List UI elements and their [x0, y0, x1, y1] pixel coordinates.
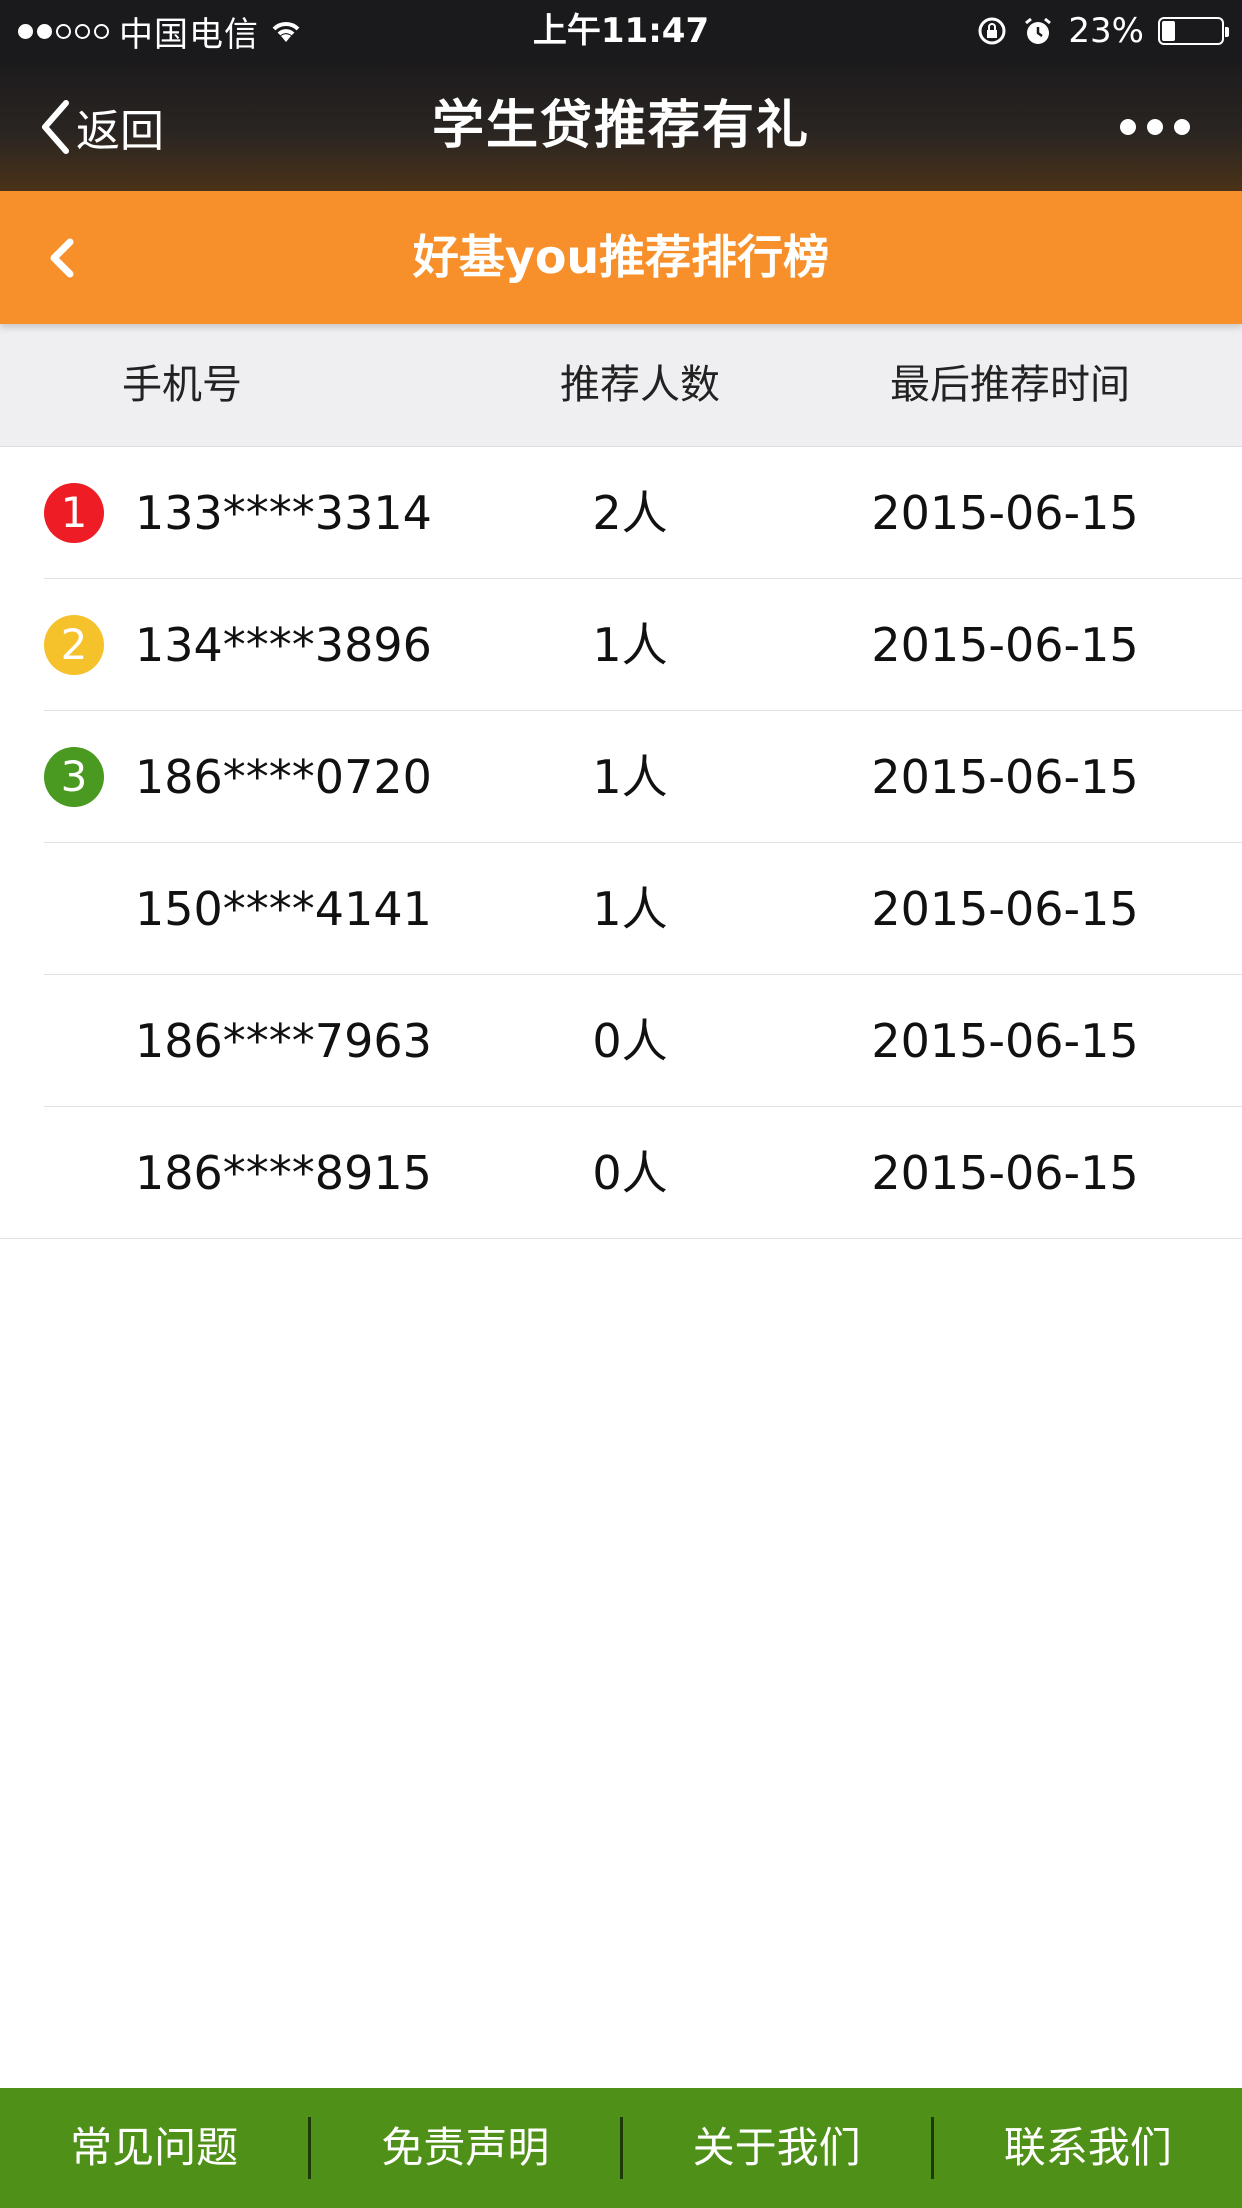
column-header-count: 推荐人数 [560, 362, 720, 408]
last-referral-date: 2015-06-15 [871, 1146, 1139, 1200]
phone-number: 150****4141 [135, 882, 432, 936]
phone-number: 134****3896 [135, 618, 432, 672]
status-right: 23% [976, 0, 1229, 62]
table-row: 1 133****3314 2人 2015-06-15 [0, 447, 1242, 579]
status-bar: 中国电信 上午11:47 23% [0, 0, 1242, 62]
last-referral-date: 2015-06-15 [871, 1014, 1139, 1068]
table-row: 186****8915 0人 2015-06-15 [0, 1107, 1242, 1239]
phone-number: 133****3314 [135, 486, 432, 540]
footer-nav: 常见问题 免责声明 关于我们 联系我们 [0, 2088, 1242, 2208]
footer-about-link[interactable]: 关于我们 [623, 2088, 931, 2208]
referral-count: 1人 [592, 882, 668, 936]
phone-number: 186****8915 [135, 1146, 432, 1200]
referral-count: 0人 [592, 1014, 668, 1068]
rank-badge: 2 [44, 615, 104, 675]
footer-faq-link[interactable]: 常见问题 [0, 2088, 308, 2208]
nav-bar: 返回 学生贷推荐有礼 [0, 62, 1242, 191]
table-row: 2 134****3896 1人 2015-06-15 [0, 579, 1242, 711]
footer-disclaimer-link[interactable]: 免责声明 [311, 2088, 619, 2208]
battery-level [1162, 21, 1176, 41]
more-options-button[interactable] [1120, 62, 1190, 191]
referral-count: 1人 [592, 618, 668, 672]
phone-number: 186****7963 [135, 1014, 432, 1068]
battery-icon [1158, 17, 1229, 45]
rank-badge: 3 [44, 747, 104, 807]
last-referral-date: 2015-06-15 [871, 486, 1139, 540]
chevron-left-icon [42, 99, 69, 154]
rank-badge: 1 [44, 483, 104, 543]
last-referral-date: 2015-06-15 [871, 882, 1139, 936]
back-button[interactable]: 返回 [40, 62, 164, 191]
more-dot [1120, 118, 1136, 135]
sub-header: 好基you推荐排行榜 [0, 191, 1242, 324]
referral-count: 1人 [592, 750, 668, 804]
table-row: 186****7963 0人 2015-06-15 [0, 975, 1242, 1107]
alarm-icon [1025, 17, 1052, 44]
rotation-lock-icon [978, 17, 1006, 45]
phone-number: 186****0720 [135, 750, 432, 804]
page-title: 学生贷推荐有礼 [431, 96, 810, 156]
back-button-label: 返回 [76, 105, 164, 157]
battery-percent: 23% [1068, 11, 1144, 51]
last-referral-date: 2015-06-15 [871, 618, 1139, 672]
referral-count: 0人 [592, 1146, 668, 1200]
table-row: 150****4141 1人 2015-06-15 [0, 843, 1242, 975]
sub-back-button[interactable] [44, 191, 78, 324]
leaderboard-table: 1 133****3314 2人 2015-06-15 2 134****3896 1人 20… [0, 447, 1242, 1239]
more-dot [1174, 118, 1190, 135]
footer-contact-link[interactable]: 联系我们 [934, 2088, 1242, 2208]
leaderboard-title: 好基you推荐排行榜 [412, 230, 830, 284]
chevron-left-icon [50, 238, 74, 277]
more-dot [1147, 118, 1163, 135]
column-header-time: 最后推荐时间 [890, 362, 1130, 408]
referral-count: 2人 [592, 486, 668, 540]
table-header: 手机号 推荐人数 最后推荐时间 [0, 324, 1242, 447]
last-referral-date: 2015-06-15 [871, 750, 1139, 804]
table-row: 3 186****0720 1人 2015-06-15 [0, 711, 1242, 843]
column-header-phone: 手机号 [122, 362, 242, 408]
